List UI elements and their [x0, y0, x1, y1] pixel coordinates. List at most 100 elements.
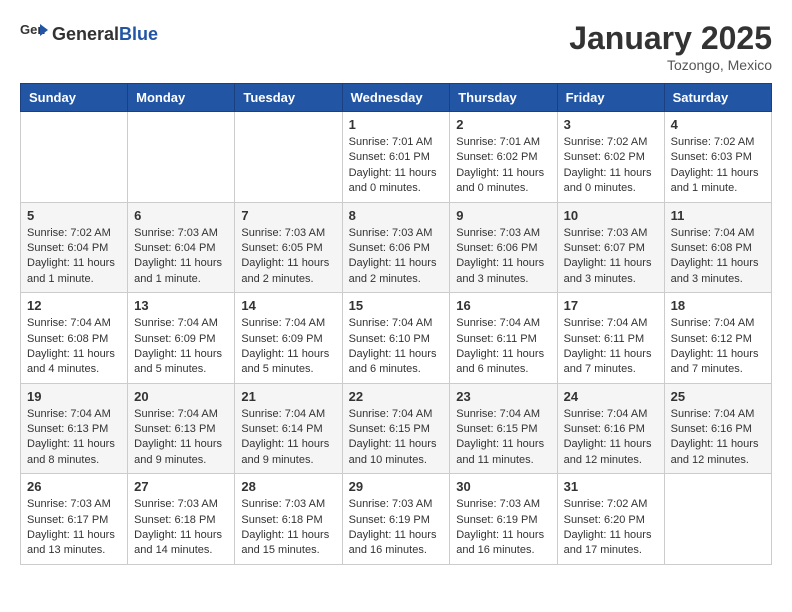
day-info: Sunrise: 7:03 AM Sunset: 6:18 PM Dayligh… — [241, 497, 335, 559]
calendar-cell — [128, 112, 235, 203]
day-info: Sunrise: 7:02 AM Sunset: 6:03 PM Dayligh… — [671, 135, 765, 197]
month-year-title: January 2025 — [569, 20, 772, 57]
calendar-week-row: 26Sunrise: 7:03 AM Sunset: 6:17 PM Dayli… — [21, 474, 772, 565]
day-number: 23 — [456, 389, 550, 404]
calendar-cell: 6 Sunrise: 7:03 AM Sunset: 6:04 PM Daylig… — [128, 202, 235, 293]
calendar-cell: 25Sunrise: 7:04 AM Sunset: 6:16 PM Dayli… — [664, 383, 771, 474]
calendar-cell — [664, 474, 771, 565]
calendar-cell: 9 Sunrise: 7:03 AM Sunset: 6:06 PM Daylig… — [450, 202, 557, 293]
day-number: 22 — [349, 389, 444, 404]
calendar-cell: 3 Sunrise: 7:02 AM Sunset: 6:02 PM Daylig… — [557, 112, 664, 203]
calendar-cell: 28Sunrise: 7:03 AM Sunset: 6:18 PM Dayli… — [235, 474, 342, 565]
day-info: Sunrise: 7:02 AM Sunset: 6:02 PM Dayligh… — [564, 135, 658, 197]
day-info: Sunrise: 7:03 AM Sunset: 6:05 PM Dayligh… — [241, 226, 335, 288]
day-number: 4 — [671, 117, 765, 132]
calendar-week-row: 5Sunrise: 7:02 AM Sunset: 6:04 PM Daylig… — [21, 202, 772, 293]
logo: Gen General Blue — [20, 20, 158, 48]
day-info: Sunrise: 7:03 AM Sunset: 6:06 PM Dayligh… — [456, 226, 550, 288]
day-info: Sunrise: 7:04 AM Sunset: 6:08 PM Dayligh… — [27, 316, 121, 378]
day-info: Sunrise: 7:02 AM Sunset: 6:04 PM Dayligh… — [27, 226, 121, 288]
day-info: Sunrise: 7:04 AM Sunset: 6:09 PM Dayligh… — [241, 316, 335, 378]
calendar-cell: 31Sunrise: 7:02 AM Sunset: 6:20 PM Dayli… — [557, 474, 664, 565]
day-info: Sunrise: 7:01 AM Sunset: 6:02 PM Dayligh… — [456, 135, 550, 197]
calendar-cell: 17 Sunrise: 7:04 AM Sunset: 6:11 PM Dayli… — [557, 293, 664, 384]
day-number: 30 — [456, 479, 550, 494]
day-info: Sunrise: 7:04 AM Sunset: 6:12 PM Dayligh… — [671, 316, 765, 378]
calendar-cell: 13Sunrise: 7:04 AM Sunset: 6:09 PM Dayli… — [128, 293, 235, 384]
day-info: Sunrise: 7:04 AM Sunset: 6:10 PM Dayligh… — [349, 316, 444, 378]
day-number: 14 — [241, 298, 335, 313]
day-number: 29 — [349, 479, 444, 494]
day-info: Sunrise: 7:03 AM Sunset: 6:19 PM Dayligh… — [456, 497, 550, 559]
calendar-cell: 27 Sunrise: 7:03 AM Sunset: 6:18 PM Dayli… — [128, 474, 235, 565]
column-header-saturday: Saturday — [664, 84, 771, 112]
column-header-sunday: Sunday — [21, 84, 128, 112]
day-number: 18 — [671, 298, 765, 313]
calendar-cell: 2 Sunrise: 7:01 AM Sunset: 6:02 PM Daylig… — [450, 112, 557, 203]
calendar-cell: 29Sunrise: 7:03 AM Sunset: 6:19 PM Dayli… — [342, 474, 450, 565]
calendar-cell: 19 Sunrise: 7:04 AM Sunset: 6:13 PM Dayli… — [21, 383, 128, 474]
day-info: Sunrise: 7:04 AM Sunset: 6:11 PM Dayligh… — [564, 316, 658, 378]
day-number: 1 — [349, 117, 444, 132]
day-number: 2 — [456, 117, 550, 132]
day-info: Sunrise: 7:03 AM Sunset: 6:04 PM Dayligh… — [134, 226, 228, 288]
day-number: 3 — [564, 117, 658, 132]
calendar-table: SundayMondayTuesdayWednesdayThursdayFrid… — [20, 83, 772, 565]
calendar-cell: 22 Sunrise: 7:04 AM Sunset: 6:15 PM Dayli… — [342, 383, 450, 474]
day-number: 19 — [27, 389, 121, 404]
calendar-cell: 1Sunrise: 7:01 AM Sunset: 6:01 PM Daylig… — [342, 112, 450, 203]
logo-text-general: General — [52, 25, 119, 43]
day-info: Sunrise: 7:04 AM Sunset: 6:08 PM Dayligh… — [671, 226, 765, 288]
calendar-week-row: 1Sunrise: 7:01 AM Sunset: 6:01 PM Daylig… — [21, 112, 772, 203]
logo-text-blue: Blue — [119, 24, 158, 45]
page-header: Gen General Blue January 2025 Tozongo, M… — [20, 20, 772, 73]
day-info: Sunrise: 7:03 AM Sunset: 6:18 PM Dayligh… — [134, 497, 228, 559]
calendar-cell: 14 Sunrise: 7:04 AM Sunset: 6:09 PM Dayli… — [235, 293, 342, 384]
title-block: January 2025 Tozongo, Mexico — [569, 20, 772, 73]
calendar-cell: 16Sunrise: 7:04 AM Sunset: 6:11 PM Dayli… — [450, 293, 557, 384]
day-number: 7 — [241, 208, 335, 223]
day-number: 21 — [241, 389, 335, 404]
day-info: Sunrise: 7:04 AM Sunset: 6:13 PM Dayligh… — [27, 407, 121, 469]
day-info: Sunrise: 7:03 AM Sunset: 6:06 PM Dayligh… — [349, 226, 444, 288]
calendar-cell: 24 Sunrise: 7:04 AM Sunset: 6:16 PM Dayli… — [557, 383, 664, 474]
calendar-cell: 21 Sunrise: 7:04 AM Sunset: 6:14 PM Dayli… — [235, 383, 342, 474]
calendar-cell: 20 Sunrise: 7:04 AM Sunset: 6:13 PM Dayli… — [128, 383, 235, 474]
calendar-cell: 8 Sunrise: 7:03 AM Sunset: 6:06 PM Daylig… — [342, 202, 450, 293]
day-info: Sunrise: 7:04 AM Sunset: 6:14 PM Dayligh… — [241, 407, 335, 469]
calendar-cell: 30 Sunrise: 7:03 AM Sunset: 6:19 PM Dayli… — [450, 474, 557, 565]
calendar-cell: 10 Sunrise: 7:03 AM Sunset: 6:07 PM Dayli… — [557, 202, 664, 293]
day-number: 24 — [564, 389, 658, 404]
day-number: 25 — [671, 389, 765, 404]
calendar-cell: 23Sunrise: 7:04 AM Sunset: 6:15 PM Dayli… — [450, 383, 557, 474]
calendar-cell: 18 Sunrise: 7:04 AM Sunset: 6:12 PM Dayli… — [664, 293, 771, 384]
column-header-monday: Monday — [128, 84, 235, 112]
calendar-cell: 4 Sunrise: 7:02 AM Sunset: 6:03 PM Daylig… — [664, 112, 771, 203]
calendar-cell: 26Sunrise: 7:03 AM Sunset: 6:17 PM Dayli… — [21, 474, 128, 565]
day-number: 9 — [456, 208, 550, 223]
calendar-cell: 15 Sunrise: 7:04 AM Sunset: 6:10 PM Dayli… — [342, 293, 450, 384]
day-number: 6 — [134, 208, 228, 223]
day-number: 31 — [564, 479, 658, 494]
column-header-thursday: Thursday — [450, 84, 557, 112]
day-info: Sunrise: 7:03 AM Sunset: 6:07 PM Dayligh… — [564, 226, 658, 288]
day-number: 17 — [564, 298, 658, 313]
day-number: 12 — [27, 298, 121, 313]
logo-icon: Gen — [20, 20, 48, 48]
day-info: Sunrise: 7:04 AM Sunset: 6:13 PM Dayligh… — [134, 407, 228, 469]
day-info: Sunrise: 7:04 AM Sunset: 6:16 PM Dayligh… — [564, 407, 658, 469]
day-number: 15 — [349, 298, 444, 313]
day-number: 27 — [134, 479, 228, 494]
location-subtitle: Tozongo, Mexico — [569, 57, 772, 73]
day-number: 20 — [134, 389, 228, 404]
calendar-week-row: 19 Sunrise: 7:04 AM Sunset: 6:13 PM Dayli… — [21, 383, 772, 474]
column-header-tuesday: Tuesday — [235, 84, 342, 112]
column-header-wednesday: Wednesday — [342, 84, 450, 112]
calendar-cell: 12 Sunrise: 7:04 AM Sunset: 6:08 PM Dayli… — [21, 293, 128, 384]
day-number: 8 — [349, 208, 444, 223]
day-number: 16 — [456, 298, 550, 313]
calendar-week-row: 12 Sunrise: 7:04 AM Sunset: 6:08 PM Dayli… — [21, 293, 772, 384]
day-number: 26 — [27, 479, 121, 494]
day-number: 10 — [564, 208, 658, 223]
day-info: Sunrise: 7:04 AM Sunset: 6:15 PM Dayligh… — [349, 407, 444, 469]
